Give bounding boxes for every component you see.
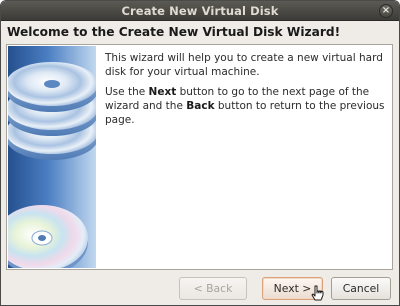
navigation-help-text: Use the Next button to go to the next pa… bbox=[105, 85, 389, 127]
intro-text: This wizard will help you to create a ne… bbox=[105, 52, 383, 78]
disk-stack-icon bbox=[8, 46, 96, 268]
wizard-window: Create New Virtual Disk × Welcome to the… bbox=[0, 0, 400, 306]
mouse-cursor-icon bbox=[311, 285, 324, 301]
close-icon[interactable]: × bbox=[379, 4, 393, 18]
back-button[interactable]: < Back bbox=[179, 277, 247, 300]
button-row: < Back Next > Cancel bbox=[1, 273, 399, 305]
nav-help-next: Next bbox=[148, 86, 177, 98]
window-title: Create New Virtual Disk bbox=[121, 4, 279, 18]
wizard-header: Welcome to the Create New Virtual Disk W… bbox=[1, 21, 399, 43]
cancel-button[interactable]: Cancel bbox=[331, 277, 391, 300]
nav-help-prefix: Use the bbox=[105, 86, 149, 98]
title-bar[interactable]: Create New Virtual Disk × bbox=[1, 1, 399, 21]
wizard-content: This wizard will help you to create a ne… bbox=[6, 44, 393, 270]
page-title: Welcome to the Create New Virtual Disk W… bbox=[7, 25, 341, 39]
nav-help-back: Back bbox=[186, 100, 215, 112]
